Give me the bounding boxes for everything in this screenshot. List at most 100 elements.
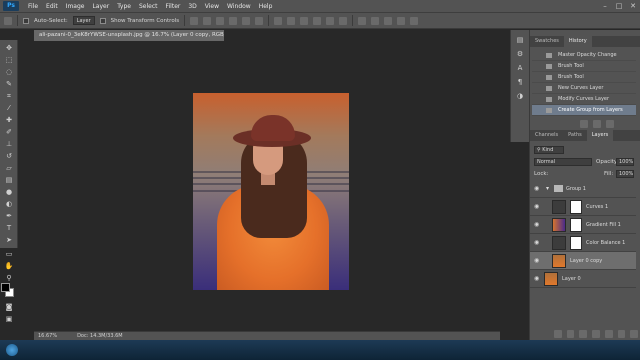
distribute-right-icon[interactable] <box>339 16 348 25</box>
menu-3d[interactable]: 3D <box>184 3 200 10</box>
trash-icon[interactable] <box>630 330 639 338</box>
quick-select-tool-icon[interactable]: ✎ <box>3 80 15 89</box>
new-group-icon[interactable] <box>604 330 613 338</box>
tab-swatches[interactable]: Swatches <box>530 36 564 47</box>
new-snapshot-icon[interactable] <box>593 120 601 128</box>
foreground-color-swatch[interactable] <box>1 283 10 292</box>
3d-roll-icon[interactable] <box>384 16 393 25</box>
fill-field[interactable]: 100% <box>616 170 634 178</box>
shape-tool-icon[interactable]: ▭ <box>3 250 15 259</box>
layer-row[interactable]: ◉ Layer 0 <box>530 270 636 288</box>
3d-drag-icon[interactable] <box>397 16 406 25</box>
auto-select-checkbox[interactable] <box>23 17 29 24</box>
history-panel-icon[interactable]: ▤ <box>514 36 526 45</box>
lasso-tool-icon[interactable]: ◌ <box>3 68 15 77</box>
dodge-tool-icon[interactable]: ◐ <box>3 200 15 209</box>
layer-row-group[interactable]: ◉ ▾ Group 1 <box>530 180 636 198</box>
menu-select[interactable]: Select <box>135 3 162 10</box>
align-center-icon[interactable] <box>242 16 251 25</box>
path-selection-tool-icon[interactable]: ➤ <box>3 236 15 245</box>
history-brush-tool-icon[interactable]: ↺ <box>3 152 15 161</box>
align-middle-icon[interactable] <box>203 16 212 25</box>
opacity-field[interactable]: 100% <box>616 158 634 166</box>
layer-row[interactable]: ◉ Color Balance 1 <box>530 234 636 252</box>
history-item[interactable]: Modify Curves Layer <box>532 94 636 105</box>
distribute-bottom-icon[interactable] <box>300 16 309 25</box>
type-tool-icon[interactable]: T <box>3 224 15 233</box>
zoom-level[interactable]: 16.67% <box>38 332 57 340</box>
new-document-from-state-icon[interactable] <box>580 120 588 128</box>
tab-history[interactable]: History <box>563 36 592 47</box>
distribute-left-icon[interactable] <box>313 16 322 25</box>
layer-row[interactable]: ◉ Curves 1 <box>530 198 636 216</box>
eye-icon[interactable]: ◉ <box>534 258 540 264</box>
history-item-selected[interactable]: Create Group from Layers <box>532 105 636 116</box>
layer-mask-thumbnail[interactable] <box>570 236 582 250</box>
eye-icon[interactable]: ◉ <box>534 204 540 210</box>
distribute-middle-icon[interactable] <box>287 16 296 25</box>
document-image[interactable] <box>193 93 349 290</box>
layer-mask-thumbnail[interactable] <box>570 200 582 214</box>
eye-icon[interactable]: ◉ <box>534 276 540 282</box>
adjustment-layer-icon[interactable] <box>592 330 600 338</box>
tab-paths[interactable]: Paths <box>563 130 587 141</box>
eye-icon[interactable]: ◉ <box>534 186 540 192</box>
menu-file[interactable]: File <box>24 3 42 10</box>
crop-tool-icon[interactable]: ⌗ <box>3 92 15 101</box>
menu-edit[interactable]: Edit <box>42 3 62 10</box>
history-item[interactable]: Brush Tool <box>532 61 636 72</box>
eye-icon[interactable]: ◉ <box>534 240 540 246</box>
move-tool-icon[interactable] <box>4 16 12 25</box>
blur-tool-icon[interactable]: ● <box>3 188 15 197</box>
align-top-icon[interactable] <box>190 16 199 25</box>
menu-filter[interactable]: Filter <box>162 3 185 10</box>
align-left-icon[interactable] <box>229 16 238 25</box>
history-item[interactable]: Brush Tool <box>532 72 636 83</box>
character-panel-icon[interactable]: A <box>514 64 526 73</box>
paragraph-panel-icon[interactable]: ¶ <box>514 78 526 87</box>
align-bottom-icon[interactable] <box>216 16 225 25</box>
move-tool-icon[interactable]: ✥ <box>3 44 15 53</box>
close-button[interactable]: ✕ <box>629 2 637 10</box>
menu-view[interactable]: View <box>201 3 223 10</box>
brush-tool-icon[interactable]: ✐ <box>3 128 15 137</box>
menu-type[interactable]: Type <box>113 3 135 10</box>
link-icon[interactable] <box>554 330 562 338</box>
align-right-icon[interactable] <box>255 16 264 25</box>
3d-rotate-icon[interactable] <box>371 16 380 25</box>
tab-layers[interactable]: Layers <box>586 130 614 141</box>
eyedropper-tool-icon[interactable]: ⁄ <box>3 104 15 113</box>
marquee-tool-icon[interactable]: ⬚ <box>3 56 15 65</box>
document-tab[interactable]: ali-pazani-0_3eK8rYWSE-unsplash.jpg @ 16… <box>34 30 224 41</box>
chevron-down-icon[interactable]: ▾ <box>546 185 549 192</box>
hand-tool-icon[interactable]: ✋ <box>3 262 15 271</box>
add-mask-icon[interactable] <box>579 330 588 338</box>
tab-channels[interactable]: Channels <box>530 130 563 141</box>
zoom-tool-icon[interactable]: ⚲ <box>3 274 15 283</box>
menu-layer[interactable]: Layer <box>88 3 113 10</box>
eraser-tool-icon[interactable]: ▱ <box>3 164 15 173</box>
history-item[interactable]: Master Opacity Change <box>532 50 636 61</box>
history-item[interactable]: New Curves Layer <box>532 83 636 94</box>
layer-mask-thumbnail[interactable] <box>570 218 582 232</box>
trash-icon[interactable] <box>606 120 614 128</box>
start-button[interactable] <box>6 344 18 356</box>
fx-icon[interactable] <box>566 330 575 338</box>
properties-panel-icon[interactable]: ⚙ <box>514 50 526 59</box>
maximize-button[interactable]: □ <box>615 2 623 10</box>
pen-tool-icon[interactable]: ✒ <box>3 212 15 221</box>
distribute-center-icon[interactable] <box>326 16 335 25</box>
layer-row[interactable]: ◉ Gradient Fill 1 <box>530 216 636 234</box>
adjustments-panel-icon[interactable]: ◑ <box>514 92 526 101</box>
3d-slide-icon[interactable] <box>410 16 419 25</box>
new-layer-icon[interactable] <box>617 330 626 338</box>
quick-mask-icon[interactable]: ◙ <box>3 303 15 312</box>
3d-mode-icon[interactable] <box>358 16 367 25</box>
auto-select-dropdown[interactable]: Layer <box>72 16 95 25</box>
blend-mode-dropdown[interactable]: Normal <box>534 158 592 166</box>
menu-window[interactable]: Window <box>223 3 255 10</box>
layer-row-selected[interactable]: ◉ Layer 0 copy <box>530 252 636 270</box>
layer-filter-kind[interactable]: ⚲ Kind <box>534 146 564 154</box>
minimize-button[interactable]: – <box>601 2 609 10</box>
menu-image[interactable]: Image <box>62 3 89 10</box>
